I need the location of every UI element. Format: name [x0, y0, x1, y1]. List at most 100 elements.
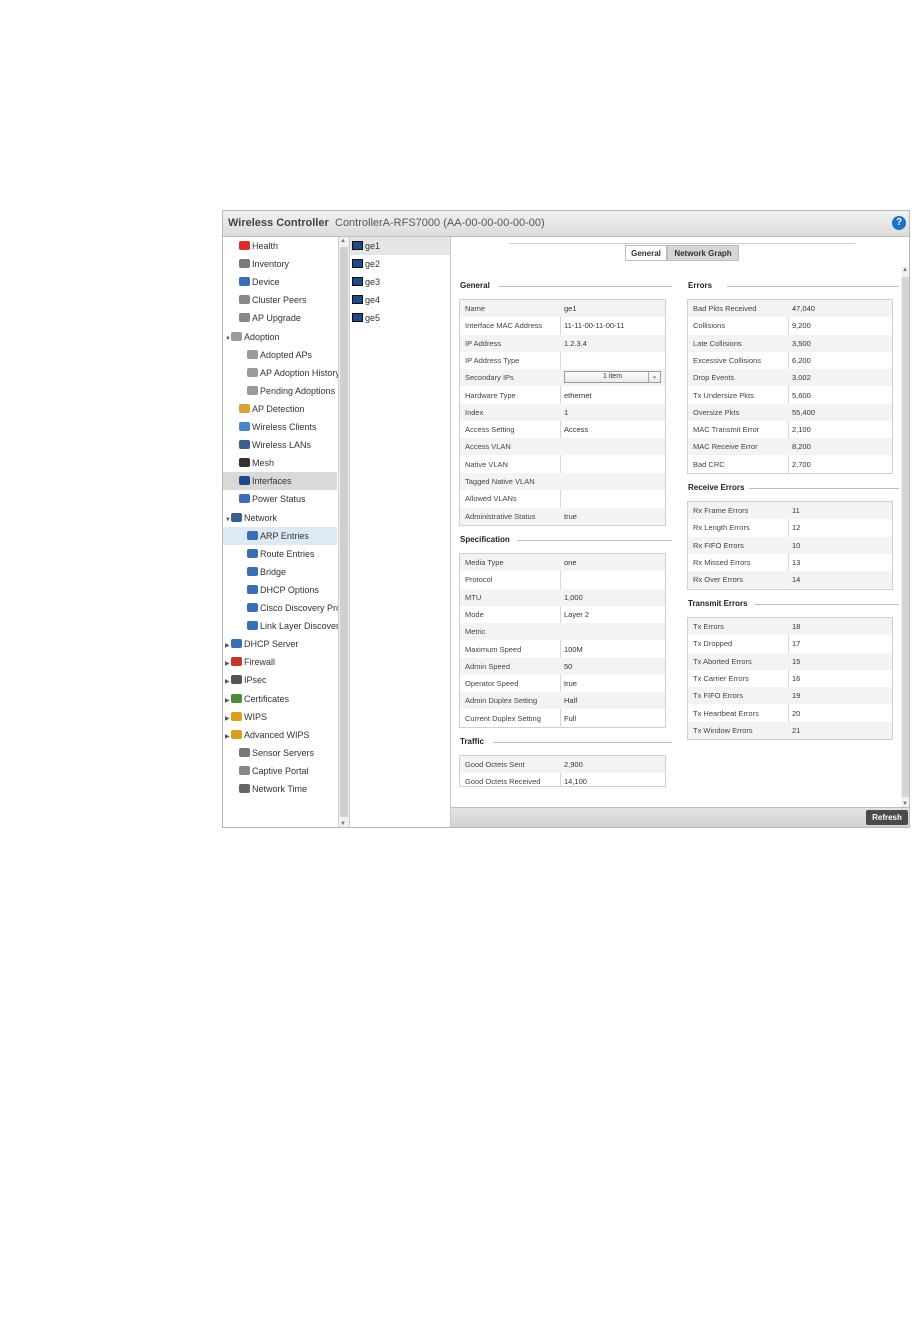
nav-item-label: AP Detection [252, 403, 305, 414]
property-row: Administrative Status true [460, 507, 665, 525]
nav-item-captive-portal[interactable]: Captive Portal [223, 762, 337, 780]
nav-item-label: Health [252, 241, 279, 251]
nav-item-network[interactable]: ▼ Network [223, 509, 337, 527]
property-row: MAC Transmit Error 2,100 [688, 421, 892, 438]
section-divider [517, 540, 672, 541]
refresh-button[interactable]: Refresh [866, 810, 908, 825]
nav-item-wips[interactable]: ▶ WIPS [223, 708, 337, 726]
nav-item-label: AP Adoption History [260, 367, 340, 378]
nav-item-cisco-discovery-prot[interactable]: Cisco Discovery Prot [223, 599, 344, 617]
route-entries-icon [247, 548, 258, 558]
ethernet-port-icon [352, 295, 363, 304]
property-row: Bad Pkts Received 47,040 [688, 300, 892, 317]
nav-item-ap-upgrade[interactable]: AP Upgrade [223, 309, 337, 327]
nav-item-inventory[interactable]: Inventory [223, 255, 337, 273]
nav-item-link-layer-discovery[interactable]: Link Layer Discovery [223, 617, 344, 635]
nav-item-certificates[interactable]: ▶ Certificates [223, 690, 337, 708]
tab-network-graph[interactable]: Network Graph [667, 245, 739, 261]
content-scrollbar[interactable]: ▲ ▼ [901, 267, 909, 807]
nav-item-cluster-peers[interactable]: Cluster Peers [223, 291, 337, 309]
property-label: Media Type [465, 558, 504, 567]
nav-item-adoption[interactable]: ▼ Adoption [223, 328, 337, 346]
interface-item[interactable]: ge2 [350, 255, 450, 273]
property-row: Interface MAC Address 11-11-00-11-00-11 [460, 317, 665, 334]
property-value: true [564, 511, 577, 521]
cluster-icon [239, 295, 250, 305]
content-scroll-up-icon[interactable]: ▲ [902, 267, 908, 273]
scroll-up-arrow-icon[interactable]: ▲ [340, 238, 346, 244]
chevron-down-icon[interactable]: ⌄ [648, 372, 660, 383]
nav-item-ap-adoption-history[interactable]: AP Adoption History [223, 364, 340, 382]
nav-item-label: Firewall [244, 657, 276, 668]
property-label: Tx Errors [693, 622, 724, 631]
scroll-down-arrow-icon[interactable]: ▼ [340, 821, 346, 827]
interface-item[interactable]: ge1 [350, 237, 450, 255]
nav-item-label: Device [252, 277, 280, 288]
firewall-icon [231, 657, 242, 667]
network-time-icon [239, 784, 250, 793]
nav-item-sensor-servers[interactable]: Sensor Servers [223, 744, 337, 762]
nav-item-label: WIPS [244, 711, 268, 722]
property-label: MTU [465, 592, 482, 602]
nav-item-bridge[interactable]: Bridge [223, 563, 337, 581]
nav-item-ipsec[interactable]: ▶ IPsec [223, 671, 337, 689]
interface-item[interactable]: ge3 [350, 273, 450, 291]
property-row: Rx Missed Errors 13 [688, 554, 892, 571]
nav-item-mesh[interactable]: Mesh [223, 454, 337, 472]
property-value: 14,100 [564, 777, 587, 787]
nav-item-ap-detection[interactable]: AP Detection [223, 400, 337, 418]
property-value: 16 [792, 673, 801, 683]
nav-item-health[interactable]: Health [223, 237, 337, 255]
property-value: 5,600 [792, 390, 811, 400]
interface-item[interactable]: ge5 [350, 309, 450, 327]
adoption-history-icon [247, 367, 258, 377]
help-icon[interactable]: ? [892, 216, 906, 230]
nav-item-dhcp-options[interactable]: DHCP Options [223, 581, 337, 599]
navigation-tree: Health Inventory Device Cluster Peers AP Upg… [223, 237, 350, 827]
nav-item-interfaces[interactable]: Interfaces [223, 472, 337, 491]
interface-item[interactable]: ge4 [350, 291, 450, 309]
content-scroll-thumb[interactable] [902, 277, 909, 797]
nav-item-adopted-aps[interactable]: Adopted APs [223, 346, 337, 364]
nav-item-pending-adoptions[interactable]: Pending Adoptions [223, 382, 337, 400]
nav-item-wireless-clients[interactable]: Wireless Clients [223, 418, 337, 436]
nav-item-advanced-wips[interactable]: ▶ Advanced WIPS [223, 726, 337, 744]
arp-entries-icon [247, 530, 258, 540]
ap-detection-icon [239, 403, 250, 413]
tab-general[interactable]: General [625, 245, 667, 261]
property-label: Tx FIFO Errors [693, 691, 743, 701]
nav-item-label: DHCP Options [260, 584, 319, 595]
section-divider [493, 742, 672, 743]
nav-item-dhcp-server[interactable]: ▶ DHCP Server [223, 635, 337, 653]
section-divider [499, 286, 672, 287]
nav-item-label: Mesh [252, 458, 275, 469]
traffic-table: Good Octets Sent 2,900 Good Octets Receive… [459, 755, 666, 787]
property-value: 9,200 [792, 321, 811, 331]
nav-item-device[interactable]: Device [223, 273, 337, 291]
nav-item-wireless-lans[interactable]: Wireless LANs [223, 436, 337, 454]
secondary-ips-dropdown[interactable]: 1 item ⌄ [564, 371, 661, 384]
nav-item-firewall[interactable]: ▶ Firewall [223, 653, 337, 671]
property-label: Good Octets Received [465, 777, 541, 787]
property-label: Oversize Pkts [693, 407, 740, 417]
property-label: Interface MAC Address [465, 321, 543, 331]
specification-table: Media Type one Protocol MTU 1,000 Mode Layer 2… [459, 553, 666, 728]
interfaces-icon [239, 476, 250, 486]
nav-item-power-status[interactable]: Power Status [223, 490, 337, 508]
nav-item-label: Wireless LANs [252, 440, 312, 451]
nav-item-label: Network [244, 512, 278, 523]
nav-item-route-entries[interactable]: Route Entries [223, 545, 337, 563]
property-label: Rx Length Errors [693, 523, 750, 533]
nav-item-label: Captive Portal [252, 765, 309, 776]
nav-item-arp-entries[interactable]: ARP Entries [223, 526, 337, 545]
property-value: 20 [792, 708, 801, 718]
property-value: Full [564, 713, 577, 723]
property-value: 55,400 [792, 407, 815, 417]
property-row: Tagged Native VLAN [460, 473, 665, 490]
property-label: Access VLAN [465, 442, 511, 452]
nav-item-network-time[interactable]: Network Time [223, 780, 337, 798]
nav-item-label: Pending Adoptions [260, 385, 336, 396]
scroll-thumb[interactable] [340, 247, 348, 817]
property-value: 50 [564, 661, 573, 671]
navigation-scrollbar[interactable]: ▲ ▼ [338, 237, 349, 827]
